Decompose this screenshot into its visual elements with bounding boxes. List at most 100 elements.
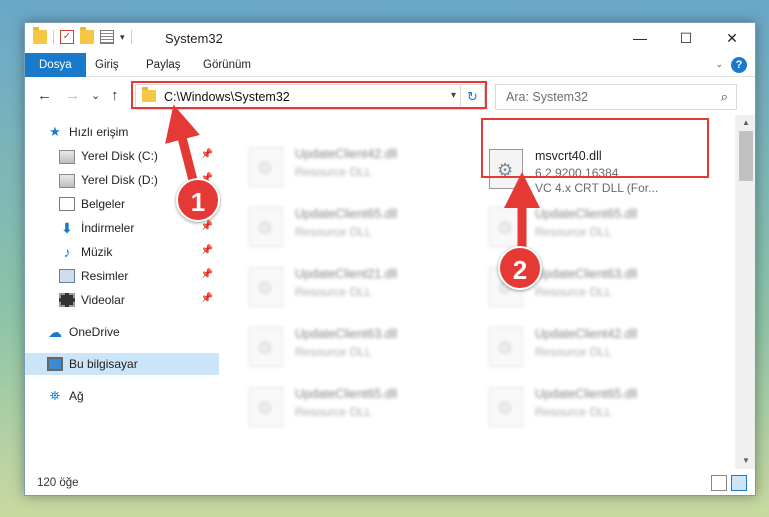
address-path[interactable]: C:\Windows\System32 [164, 90, 290, 104]
vertical-scrollbar[interactable]: ▲ ▼ [735, 115, 755, 469]
music-icon: ♪ [63, 244, 71, 260]
sidebar-item-label: Belgeler [81, 197, 126, 211]
file-item[interactable]: UpdateClient65.dll Resource DLL [483, 381, 703, 433]
file-item[interactable]: UpdateClient63.dll Resource DLL [243, 321, 463, 373]
file-type: Resource DLL [535, 225, 612, 239]
sidebar-item-label: Bu bilgisayar [69, 357, 138, 371]
search-icon[interactable]: ⌕ [721, 89, 728, 105]
sidebar-item-documents[interactable]: Belgeler 📌 [25, 193, 219, 215]
close-button[interactable]: ✕ [709, 23, 755, 53]
pin-icon[interactable]: 📌 [201, 293, 213, 304]
sidebar-item-onedrive[interactable]: ☁ OneDrive [25, 321, 219, 343]
properties-check-icon[interactable]: ✓ [60, 30, 74, 44]
sidebar-item-network[interactable]: ⛯ Ağ [25, 385, 219, 407]
new-folder-icon[interactable] [80, 27, 94, 44]
file-item[interactable]: UpdateClient65.dll Resource DLL [243, 381, 463, 433]
details-view-icon[interactable] [711, 475, 727, 491]
sidebar-item-label: Yerel Disk (C:) [81, 149, 158, 163]
dll-file-icon [489, 387, 523, 427]
file-item[interactable]: UpdateClient65.dll Resource DLL [483, 201, 703, 253]
sidebar-item-videos[interactable]: Videolar 📌 [25, 289, 219, 311]
file-type: Resource DLL [295, 345, 372, 359]
recent-locations-dropdown[interactable]: ⌄ [91, 89, 100, 102]
properties-list-icon[interactable] [100, 30, 114, 44]
sidebar-item-disk-c[interactable]: Yerel Disk (C:) 📌 [25, 145, 219, 167]
tab-dosya[interactable]: Dosya [25, 53, 86, 77]
pin-icon[interactable]: 📌 [201, 173, 213, 184]
sidebar-item-disk-d[interactable]: Yerel Disk (D:) 📌 [25, 169, 219, 191]
sidebar-item-label: Ağ [69, 389, 84, 403]
dll-file-icon [249, 267, 283, 307]
pin-icon[interactable]: 📌 [201, 245, 213, 256]
scroll-down-icon[interactable]: ▼ [735, 453, 755, 469]
sidebar-item-label: Hızlı erişim [69, 125, 129, 139]
sidebar-item-this-pc[interactable]: Bu bilgisayar [25, 353, 219, 375]
sidebar-item-label: Resimler [81, 269, 129, 283]
navigation-pane: ★ Hızlı erişim Yerel Disk (C:) 📌 Yerel D… [25, 115, 219, 469]
item-count: 120 öğe [37, 477, 79, 489]
tab-giris[interactable]: Giriş [95, 53, 119, 77]
search-input[interactable]: Ara: System32 [506, 90, 588, 104]
tab-paylas[interactable]: Paylaş [146, 53, 181, 77]
sidebar-item-quick-access[interactable]: ★ Hızlı erişim [25, 121, 219, 143]
sidebar-item-label: Videolar [81, 293, 125, 307]
sidebar-item-pictures[interactable]: Resimler 📌 [25, 265, 219, 287]
refresh-button[interactable]: ↻ [460, 85, 484, 109]
file-item-msvcrt40[interactable]: msvcrt40.dll 6.2.9200.16384 VC 4.x CRT D… [483, 143, 703, 199]
file-type: Resource DLL [295, 165, 372, 179]
help-icon[interactable]: ? [731, 57, 747, 73]
sidebar-item-label: OneDrive [69, 325, 120, 339]
window-controls: — ☐ ✕ [617, 23, 755, 53]
dll-file-icon [249, 327, 283, 367]
file-item[interactable]: UpdateClient63.dll Resource DLL [483, 261, 703, 313]
file-type: Resource DLL [535, 405, 612, 419]
file-name: UpdateClient42.dll [535, 327, 638, 341]
status-bar: 120 öğe [25, 469, 755, 495]
up-button[interactable]: ↑ [111, 87, 119, 104]
forward-button[interactable]: → [65, 87, 80, 104]
scroll-up-icon[interactable]: ▲ [735, 115, 755, 131]
file-item[interactable]: UpdateClient21.dll Resource DLL [243, 261, 463, 313]
file-version: 6.2.9200.16384 [535, 166, 619, 180]
file-item[interactable]: UpdateClient42.dll Resource DLL [483, 321, 703, 373]
folder-icon[interactable] [33, 27, 47, 44]
address-dropdown-icon[interactable]: ▾ [451, 90, 456, 101]
pin-icon[interactable]: 📌 [201, 269, 213, 280]
dll-file-icon [249, 207, 283, 247]
file-name: UpdateClient42.dll [295, 147, 398, 161]
explorer-window: ✓ ▾ System32 — ☐ ✕ Dosya Giriş Paylaş Gö… [24, 22, 756, 496]
file-type: Resource DLL [535, 345, 612, 359]
file-type: Resource DLL [295, 405, 372, 419]
file-item[interactable]: UpdateClient42.dll Resource DLL [243, 141, 463, 193]
search-box[interactable]: Ara: System32 ⌕ [495, 84, 737, 110]
maximize-button[interactable]: ☐ [663, 23, 709, 53]
dll-file-icon [489, 267, 523, 307]
file-item[interactable]: UpdateClient65.dll Resource DLL [243, 201, 463, 253]
customize-toolbar-dropdown-icon[interactable]: ▾ [120, 32, 125, 43]
file-name: msvcrt40.dll [535, 149, 602, 163]
pin-icon[interactable]: 📌 [201, 221, 213, 232]
pin-icon[interactable]: 📌 [201, 197, 213, 208]
sidebar-item-music[interactable]: ♪ Müzik 📌 [25, 241, 219, 263]
file-list: UpdateClient42.dll Resource DLL UpdateCl… [219, 115, 735, 469]
dll-file-icon [489, 149, 523, 189]
ribbon-tabs: Dosya Giriş Paylaş Görünüm ⌄ ? [25, 53, 755, 77]
sidebar-item-label: İndirmeler [81, 221, 135, 235]
toolbar-separator [53, 30, 54, 44]
dll-file-icon [489, 327, 523, 367]
window-title: System32 [165, 31, 223, 46]
tiles-view-icon[interactable] [731, 475, 747, 491]
sidebar-item-label: Yerel Disk (D:) [81, 173, 158, 187]
minimize-button[interactable]: — [617, 23, 663, 53]
cloud-icon: ☁ [48, 324, 62, 340]
scrollbar-thumb[interactable] [739, 131, 753, 181]
expand-ribbon-icon[interactable]: ⌄ [715, 59, 723, 70]
address-bar[interactable]: C:\Windows\System32 ▾ ↻ [135, 84, 485, 110]
back-button[interactable]: ← [37, 87, 52, 104]
computer-icon [47, 357, 63, 371]
tab-gorunum[interactable]: Görünüm [203, 53, 251, 77]
sidebar-item-downloads[interactable]: ⬇ İndirmeler 📌 [25, 217, 219, 239]
pin-icon[interactable]: 📌 [201, 149, 213, 160]
quick-access-toolbar: ✓ ▾ [33, 27, 132, 44]
file-name: UpdateClient63.dll [535, 267, 638, 281]
